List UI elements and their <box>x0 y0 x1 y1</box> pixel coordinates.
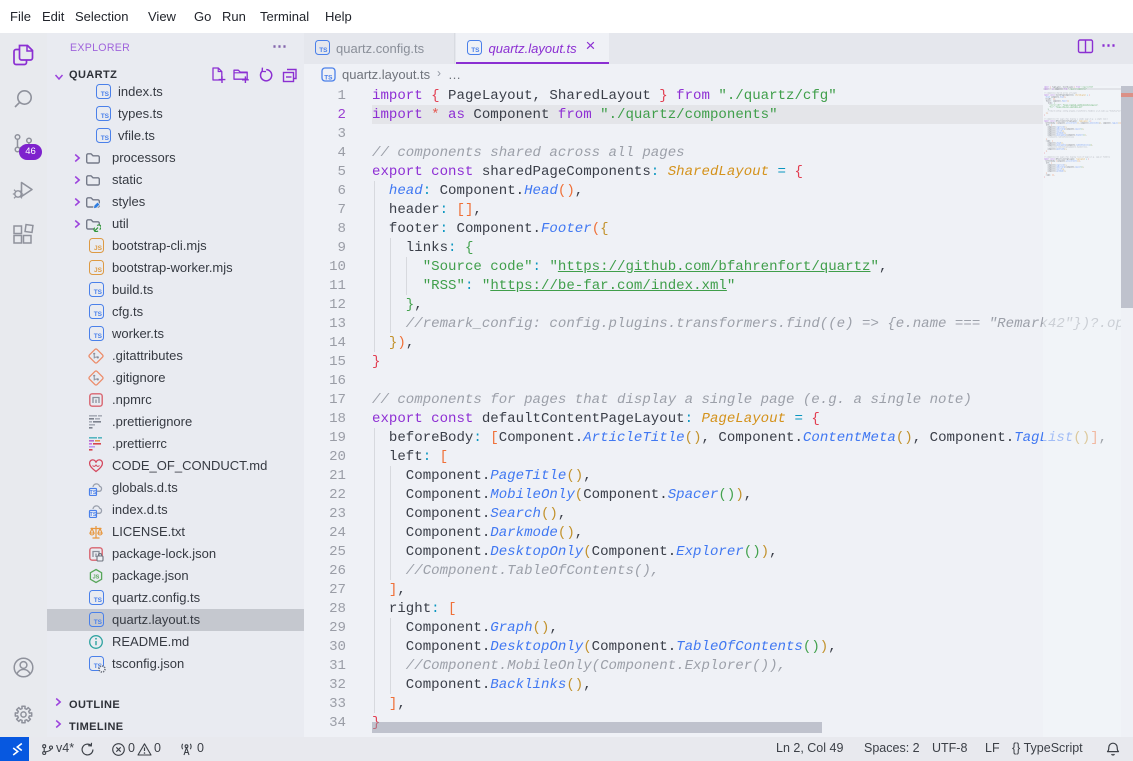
svg-text:TS: TS <box>89 490 96 496</box>
svg-text:JS: JS <box>93 574 100 580</box>
svg-text:TS: TS <box>324 75 333 82</box>
svg-text:TS: TS <box>89 512 96 518</box>
